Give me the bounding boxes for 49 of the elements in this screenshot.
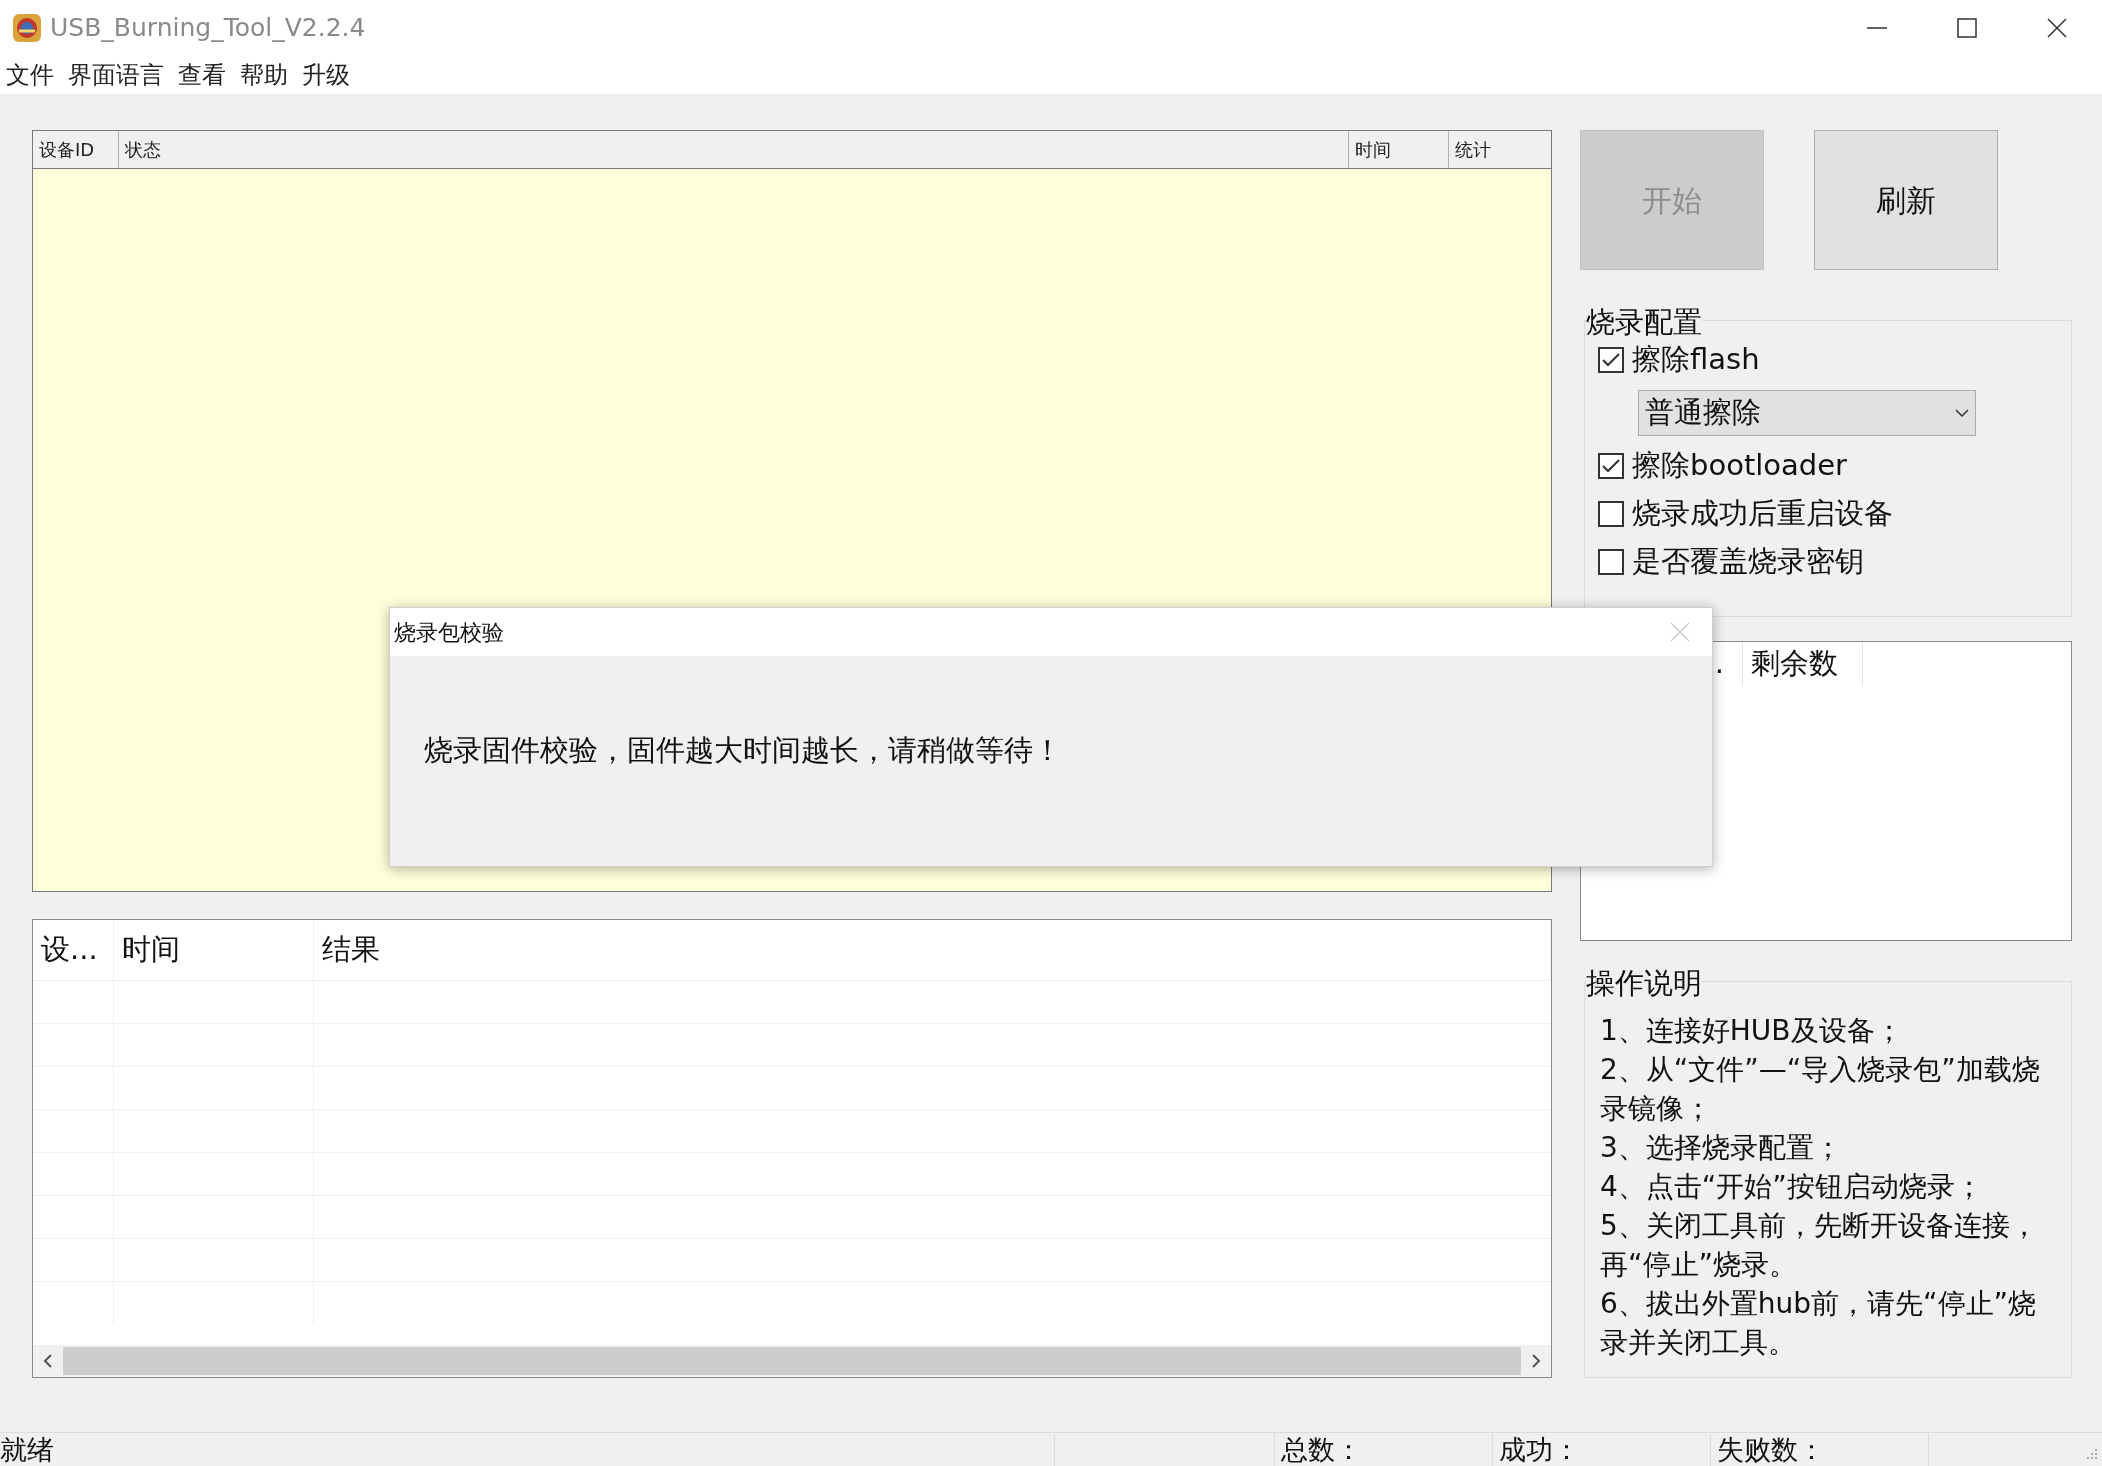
close-icon bbox=[2047, 18, 2067, 38]
window-title: USB_Burning_Tool_V2.2.4 bbox=[50, 12, 366, 45]
dialog-title: 烧录包校验 bbox=[394, 618, 504, 647]
app-logo-icon bbox=[12, 13, 42, 43]
resize-grip-icon bbox=[2084, 1448, 2098, 1462]
column-header[interactable]: 统计 bbox=[1449, 131, 1551, 168]
status-text: 就绪 bbox=[0, 1434, 1055, 1466]
instruction-text: 5、关闭工具前，先断开设备连接，再“停止”烧录。 bbox=[1600, 1208, 2039, 1283]
column-header[interactable]: 设... bbox=[33, 920, 114, 980]
column-header[interactable]: 时间 bbox=[1349, 131, 1449, 168]
status-counter: 失败数： bbox=[1711, 1434, 1929, 1466]
scroll-left-icon bbox=[43, 1354, 53, 1368]
menu-item[interactable]: 文件 bbox=[6, 57, 54, 93]
status-counter: 总数： bbox=[1275, 1434, 1493, 1466]
scroll-right-icon bbox=[1531, 1354, 1541, 1368]
column-header[interactable]: 时间 bbox=[114, 920, 314, 980]
horizontal-scrollbar[interactable] bbox=[33, 1345, 1551, 1377]
close-icon bbox=[1670, 622, 1690, 642]
instruction-text: 3、选择烧录配置； bbox=[1600, 1130, 1843, 1166]
erase-mode-dropdown[interactable]: 普通擦除 bbox=[1638, 390, 1976, 436]
checkbox[interactable] bbox=[1598, 501, 1624, 527]
column-header[interactable]: 剩余数 bbox=[1743, 642, 1863, 686]
check-icon bbox=[1602, 353, 1620, 367]
column-header[interactable]: 状态 bbox=[119, 131, 1349, 168]
checkbox[interactable] bbox=[1598, 453, 1624, 479]
checkbox-label: 是否覆盖烧录密钥 bbox=[1632, 543, 1864, 581]
checkbox-label: 擦除bootloader bbox=[1632, 447, 1847, 485]
scrollbar-thumb[interactable] bbox=[63, 1347, 1521, 1375]
menu-item[interactable]: 界面语言 bbox=[68, 57, 164, 93]
instruction-text: 6、拔出外置hub前，请先“停止”烧录并关闭工具。 bbox=[1600, 1286, 2038, 1361]
dialog-message: 烧录固件校验，固件越大时间越长，请稍做等待！ bbox=[424, 732, 1062, 770]
checkbox[interactable] bbox=[1598, 347, 1624, 373]
maximize-icon bbox=[1957, 18, 1977, 38]
menu-item[interactable]: 查看 bbox=[178, 57, 226, 93]
checkbox-label: 擦除flash bbox=[1632, 341, 1760, 379]
checkbox[interactable] bbox=[1598, 549, 1624, 575]
check-icon bbox=[1602, 459, 1620, 473]
menu-item[interactable]: 升级 bbox=[302, 57, 350, 93]
action-button[interactable]: 刷新 bbox=[1814, 130, 1998, 270]
menu-item[interactable]: 帮助 bbox=[240, 57, 288, 93]
instruction-text: 1、连接好HUB及设备； bbox=[1600, 1013, 1904, 1049]
instruction-text: 2、从“文件”—“导入烧录包”加载烧录镜像； bbox=[1600, 1052, 2041, 1127]
column-header[interactable]: 结果 bbox=[314, 920, 1551, 980]
chevron-down-icon bbox=[1955, 408, 1969, 418]
checkbox-label: 烧录成功后重启设备 bbox=[1632, 495, 1893, 533]
column-header[interactable]: 设备ID bbox=[33, 131, 119, 168]
status-counter: 成功： bbox=[1493, 1434, 1711, 1466]
instruction-text: 4、点击“开始”按钮启动烧录； bbox=[1600, 1169, 1984, 1205]
minimize-icon bbox=[1867, 27, 1887, 29]
